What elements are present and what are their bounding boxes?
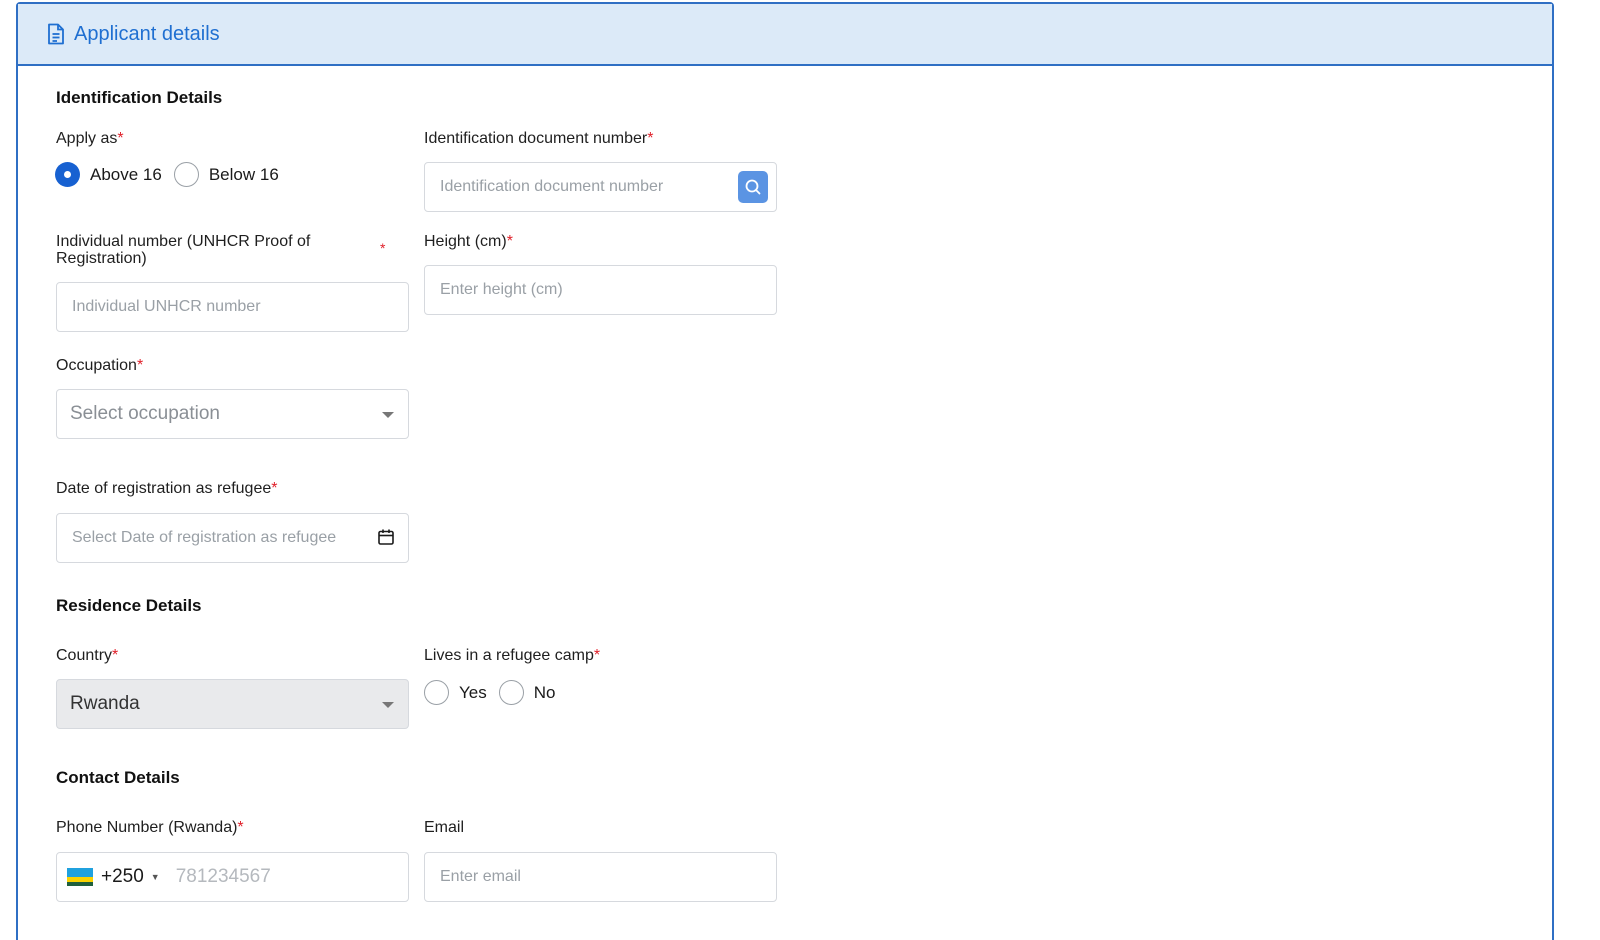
height-placeholder: Enter height (cm) <box>440 281 563 298</box>
radio-below-16[interactable] <box>173 162 199 187</box>
id-doc-number-placeholder: Identification document number <box>440 178 664 195</box>
residence-section-title: Residence Details <box>56 596 202 615</box>
radio-above-16[interactable] <box>55 162 80 187</box>
card-title: Applicant details <box>74 22 220 45</box>
phone-label: Phone Number (Rwanda)* <box>56 819 244 837</box>
apply-as-radio-group: Above 16 Below 16 <box>55 162 279 187</box>
country-label-text: Country <box>56 647 113 664</box>
country-label: Country* <box>56 647 118 665</box>
country-code-dropdown-icon[interactable]: ▼ <box>151 872 160 882</box>
required-marker: * <box>593 647 601 664</box>
id-doc-number-label: Identification document number* <box>424 130 653 148</box>
phone-placeholder: 781234567 <box>175 866 271 887</box>
country-code[interactable]: +250 <box>101 866 144 888</box>
occupation-label-text: Occupation <box>56 357 137 374</box>
required-marker: * <box>117 130 124 147</box>
country-select[interactable]: Rwanda <box>56 679 409 729</box>
required-marker: * <box>647 130 654 147</box>
email-label: Email <box>424 819 465 836</box>
calendar-icon[interactable] <box>377 528 395 546</box>
phone-label-text: Phone Number (Rwanda) <box>56 819 238 836</box>
contact-section-title: Contact Details <box>56 768 180 787</box>
unhcr-number-placeholder: Individual UNHCR number <box>72 298 261 315</box>
applicant-details-card: Applicant details <box>16 2 1554 940</box>
apply-as-label-text: Apply as <box>56 130 118 147</box>
refugee-camp-radio-group: Yes No <box>424 680 555 705</box>
id-doc-number-input[interactable]: Identification document number <box>424 162 777 212</box>
height-label-text: Height (cm) <box>424 233 507 250</box>
identification-section-title: Identification Details <box>56 88 223 107</box>
id-doc-number-label-text: Identification document number <box>424 130 648 147</box>
registration-date-placeholder: Select Date of registration as refugee <box>72 529 337 546</box>
radio-label-yes: Yes <box>459 682 487 702</box>
registration-date-picker[interactable]: Select Date of registration as refugee <box>56 513 409 563</box>
radio-label-no: No <box>533 682 556 702</box>
chevron-down-icon <box>382 702 394 708</box>
search-icon <box>745 179 761 195</box>
document-icon <box>46 23 66 45</box>
required-marker: * <box>506 233 513 250</box>
registration-date-label: Date of registration as refugee* <box>56 480 277 498</box>
height-label: Height (cm)* <box>424 233 513 251</box>
unhcr-number-label: Individual number (UNHCR Proof of Regist… <box>56 233 311 267</box>
refugee-camp-label: Lives in a refugee camp* <box>424 647 600 665</box>
radio-yes[interactable] <box>424 680 449 705</box>
occupation-placeholder: Select occupation <box>70 403 220 424</box>
height-input[interactable]: Enter height (cm) <box>424 265 777 315</box>
phone-input[interactable]: +250 ▼ 781234567 <box>56 852 409 902</box>
apply-as-label: Apply as* <box>56 130 124 148</box>
occupation-select[interactable]: Select occupation <box>56 389 409 439</box>
required-marker: * <box>380 240 386 256</box>
required-marker: * <box>112 647 119 664</box>
search-button[interactable] <box>738 171 768 203</box>
email-placeholder: Enter email <box>440 868 521 885</box>
required-marker: * <box>237 819 244 836</box>
email-input[interactable]: Enter email <box>424 852 777 902</box>
unhcr-number-input[interactable]: Individual UNHCR number <box>56 282 409 332</box>
rwanda-flag-icon[interactable] <box>67 868 93 886</box>
registration-date-label-text: Date of registration as refugee <box>56 480 272 497</box>
radio-label-below-16: Below 16 <box>208 164 279 184</box>
required-marker: * <box>136 357 144 374</box>
refugee-camp-label-text: Lives in a refugee camp <box>424 647 594 664</box>
card-header[interactable]: Applicant details <box>18 4 1552 66</box>
occupation-label: Occupation* <box>56 357 143 375</box>
required-marker: * <box>271 480 278 497</box>
radio-label-above-16: Above 16 <box>90 164 162 184</box>
chevron-down-icon <box>382 412 394 418</box>
country-value: Rwanda <box>70 693 140 714</box>
radio-no[interactable] <box>498 680 524 705</box>
